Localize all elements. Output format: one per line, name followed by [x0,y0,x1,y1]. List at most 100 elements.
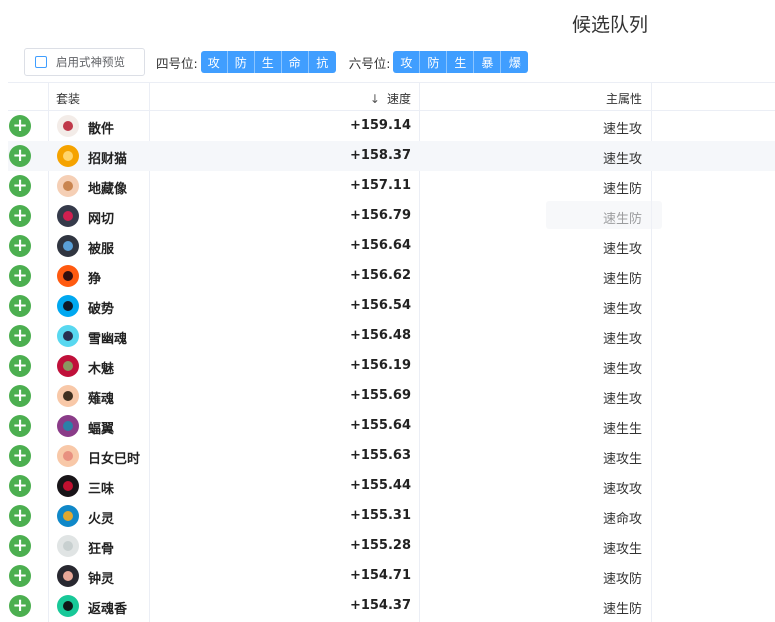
set-icon [57,475,79,497]
set-icon [57,235,79,257]
set-name: 散件 [88,122,115,137]
set-icon [57,145,79,167]
speed-value: +155.44 [349,478,411,493]
table-body: + 散件 +159.14 速生攻 + 招财猫 +158.37 速生攻 + 地藏像 +157.11 速生… [8,111,775,621]
main-attr-value: 速生防 [602,182,642,197]
table-row[interactable]: + 三味 +155.44 速攻攻 [8,471,775,501]
set-icon-dot [63,151,73,161]
set-name: 薙魂 [88,392,115,407]
set-icon [57,505,79,527]
main-attr-value: 速生攻 [602,302,642,317]
set-icon-dot [63,481,73,491]
set-icon-dot [63,211,73,221]
main-attr-value: 速生攻 [602,392,642,407]
speed-value: +157.11 [349,178,411,193]
table-row[interactable]: + 雪幽魂 +156.48 速生攻 [8,321,775,351]
add-icon[interactable]: + [9,295,31,317]
speed-value: +155.28 [349,538,411,553]
set-icon-dot [63,181,73,191]
add-icon[interactable]: + [9,235,31,257]
candidate-table: 套装 ↓ 速度 主属性 + 散件 +159.14 速生攻 + 招财猫 +158.37 速生攻 +… [8,82,775,621]
slot4-option-button[interactable]: 生 [254,51,282,73]
add-icon[interactable]: + [9,145,31,167]
set-icon-dot [63,271,73,281]
add-icon[interactable]: + [9,175,31,197]
table-row[interactable]: + 钟灵 +154.71 速攻防 [8,561,775,591]
speed-value: +155.64 [349,418,411,433]
table-row[interactable]: + 木魅 +156.19 速生攻 [8,351,775,381]
set-name: 招财猫 [88,152,128,167]
main-attr-value: 速生防 [602,272,642,287]
slot4-option-button[interactable]: 抗 [308,51,336,73]
table-header: 套装 ↓ 速度 主属性 [8,82,775,111]
set-name: 被服 [88,242,115,257]
slot6-option-button[interactable]: 攻 [393,51,421,73]
set-icon-dot [63,121,73,131]
set-icon [57,415,79,437]
speed-value: +156.54 [349,298,411,313]
set-name: 网切 [88,212,115,227]
table-row[interactable]: + 破势 +156.54 速生攻 [8,291,775,321]
table-row[interactable]: + 火灵 +155.31 速命攻 [8,501,775,531]
slot6-option-button[interactable]: 生 [447,51,475,73]
main-attr-value: 速攻攻 [602,482,642,497]
slot4-option-button[interactable]: 攻 [200,51,228,73]
speed-value: +159.14 [349,118,411,133]
add-icon[interactable]: + [9,115,31,137]
add-icon[interactable]: + [9,205,31,227]
add-icon[interactable]: + [9,355,31,377]
table-row[interactable]: + 狂骨 +155.28 速攻生 [8,531,775,561]
column-header-speed[interactable]: ↓ 速度 [370,90,411,107]
table-row[interactable]: + 薙魂 +155.69 速生攻 [8,381,775,411]
table-row[interactable]: + 被服 +156.64 速生攻 [8,231,775,261]
speed-value: +156.64 [349,238,411,253]
slot4-option-button[interactable]: 防 [227,51,255,73]
set-name: 火灵 [88,512,115,527]
add-icon[interactable]: + [9,505,31,527]
add-icon[interactable]: + [9,565,31,587]
add-icon[interactable]: + [9,415,31,437]
set-icon-dot [63,241,73,251]
add-icon[interactable]: + [9,265,31,287]
table-row[interactable]: + 日女巳时 +155.63 速攻生 [8,441,775,471]
set-icon-dot [63,391,73,401]
set-icon [57,445,79,467]
table-row[interactable]: + 地藏像 +157.11 速生防 [8,171,775,201]
main-attr-value: 速生攻 [602,242,642,257]
speed-value: +156.19 [349,358,411,373]
slot4-option-button[interactable]: 命 [281,51,309,73]
column-header-speed-label: 速度 [386,92,411,106]
slot6-option-button[interactable]: 爆 [501,51,529,73]
set-icon-dot [63,301,73,311]
table-row[interactable]: + 蝠翼 +155.64 速生生 [8,411,775,441]
checkbox-icon[interactable] [35,56,47,68]
column-header-main-attr[interactable]: 主属性 [606,90,642,107]
main-attr-value: 速生攻 [602,122,642,137]
table-row[interactable]: + 狰 +156.62 速生防 [8,261,775,291]
set-name: 木魅 [88,362,115,377]
speed-value: +154.37 [349,598,411,613]
main-attr-value: 速生生 [602,422,642,437]
add-icon[interactable]: + [9,385,31,407]
add-icon[interactable]: + [9,475,31,497]
slot6-option-button[interactable]: 暴 [474,51,502,73]
main-attr-value: 速攻生 [602,452,642,467]
set-name: 蝠翼 [88,422,115,437]
set-icon [57,535,79,557]
add-icon[interactable]: + [9,595,31,617]
preview-checkbox[interactable]: 启用式神预览 [24,48,145,76]
slot6-option-button[interactable]: 防 [420,51,448,73]
set-icon [57,115,79,137]
table-row[interactable]: + 招财猫 +158.37 速生攻 [8,141,775,171]
main-attr-value: 速命攻 [602,512,642,527]
table-row[interactable]: + 散件 +159.14 速生攻 [8,111,775,141]
column-header-set[interactable]: 套装 [56,90,80,107]
add-icon[interactable]: + [9,325,31,347]
table-row[interactable]: + 返魂香 +154.37 速生防 [8,591,775,621]
add-icon[interactable]: + [9,445,31,467]
speed-value: +154.71 [349,568,411,583]
speed-value: +158.37 [349,148,411,163]
set-icon-dot [63,601,73,611]
add-icon[interactable]: + [9,535,31,557]
set-icon-dot [63,331,73,341]
